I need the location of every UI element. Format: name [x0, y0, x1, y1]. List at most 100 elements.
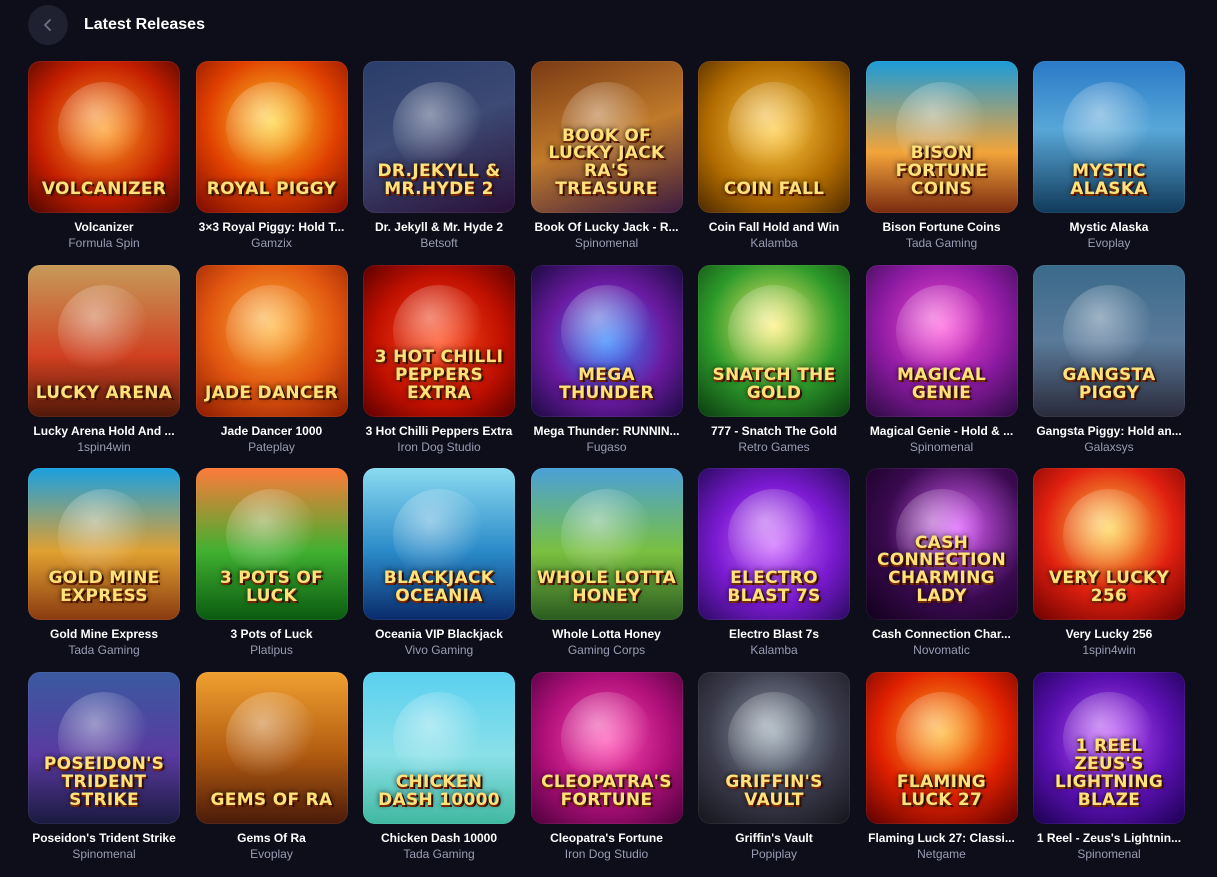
game-title[interactable]: Electro Blast 7s: [698, 627, 850, 642]
game-provider[interactable]: Vivo Gaming: [363, 643, 515, 658]
game-provider[interactable]: Kalamba: [698, 236, 850, 251]
game-provider[interactable]: Formula Spin: [28, 236, 180, 251]
game-card[interactable]: GRIFFIN'S VAULT Griffin's Vault Popiplay: [698, 671, 850, 876]
game-card[interactable]: POSEIDON'S TRIDENT STRIKE Poseidon's Trid…: [28, 671, 180, 876]
game-title[interactable]: Cash Connection Char...: [866, 627, 1018, 642]
game-provider[interactable]: Fugaso: [531, 440, 683, 455]
game-card[interactable]: FLAMING LUCK 27 Flaming Luck 27: Classi..…: [865, 671, 1018, 876]
game-thumbnail[interactable]: MYSTIC ALASKA: [1033, 61, 1185, 213]
game-card[interactable]: DR.JEKYLL & MR.HYDE 2 Dr. Jekyll & Mr. Hy…: [363, 61, 515, 265]
game-card[interactable]: CHICKEN DASH 10000 Chicken Dash 10000 Tada…: [363, 671, 515, 876]
game-thumbnail[interactable]: SNATCH THE GOLD: [698, 264, 850, 417]
game-thumbnail[interactable]: GEMS OF RA: [195, 671, 348, 824]
game-thumbnail[interactable]: JADE DANCER: [195, 264, 348, 417]
game-card[interactable]: 3 POTS OF LUCK 3 Pots of Luck Platipus: [195, 468, 348, 672]
game-title[interactable]: Very Lucky 256: [1033, 627, 1185, 642]
game-provider[interactable]: Platipus: [196, 643, 348, 658]
game-title[interactable]: Mystic Alaska: [1033, 220, 1185, 235]
game-provider[interactable]: 1spin4win: [28, 440, 180, 455]
game-thumbnail[interactable]: GOLD MINE EXPRESS: [28, 468, 180, 620]
game-card[interactable]: GANGSTA PIGGY Gangsta Piggy: Hold an... Ga…: [1033, 264, 1185, 469]
game-card[interactable]: CASH CONNECTION CHARMING LADY Cash Connec…: [865, 468, 1018, 672]
game-provider[interactable]: Gaming Corps: [531, 643, 683, 658]
game-thumbnail[interactable]: MAGICAL GENIE: [865, 264, 1018, 417]
game-card[interactable]: BOOK OF LUCKY JACK RA'S TREASURE Book Of …: [530, 61, 683, 265]
game-provider[interactable]: Kalamba: [698, 643, 850, 658]
game-card[interactable]: 1 REEL ZEUS'S LIGHTNING BLAZE 1 Reel - Ze…: [1033, 671, 1185, 876]
game-thumbnail[interactable]: VOLCANIZER: [28, 61, 180, 213]
game-card[interactable]: BLACKJACK OCEANIA Oceania VIP Blackjack Vi…: [363, 468, 515, 672]
game-title[interactable]: Mega Thunder: RUNNIN...: [531, 424, 683, 439]
game-title[interactable]: 3 Hot Chilli Peppers Extra: [363, 424, 515, 439]
game-title[interactable]: Gangsta Piggy: Hold an...: [1033, 424, 1185, 439]
game-card[interactable]: JADE DANCER Jade Dancer 1000 Pateplay: [195, 264, 348, 469]
game-thumbnail[interactable]: GRIFFIN'S VAULT: [698, 671, 850, 824]
game-title[interactable]: Volcanizer: [28, 220, 180, 235]
game-thumbnail[interactable]: CLEOPATRA'S FORTUNE: [530, 671, 683, 824]
game-thumbnail[interactable]: DR.JEKYLL & MR.HYDE 2: [363, 61, 515, 213]
game-title[interactable]: Chicken Dash 10000: [363, 831, 515, 846]
game-card[interactable]: WHOLE LOTTA HONEY Whole Lotta Honey Gaming…: [530, 468, 683, 672]
game-title[interactable]: Poseidon's Trident Strike: [28, 831, 180, 846]
game-card[interactable]: SNATCH THE GOLD 777 - Snatch The Gold Retr…: [698, 264, 850, 469]
game-title[interactable]: 3×3 Royal Piggy: Hold T...: [196, 220, 348, 235]
game-card[interactable]: MYSTIC ALASKA Mystic Alaska Evoplay: [1033, 61, 1185, 265]
game-thumbnail[interactable]: CHICKEN DASH 10000: [363, 671, 515, 824]
game-provider[interactable]: Spinomenal: [866, 440, 1018, 455]
game-title[interactable]: Cleopatra's Fortune: [531, 831, 683, 846]
game-card[interactable]: ROYAL PIGGY 3×3 Royal Piggy: Hold T... Gam…: [195, 61, 348, 265]
game-title[interactable]: Book Of Lucky Jack - R...: [531, 220, 683, 235]
game-title[interactable]: 3 Pots of Luck: [196, 627, 348, 642]
game-provider[interactable]: Retro Games: [698, 440, 850, 455]
back-button[interactable]: [28, 5, 68, 45]
game-thumbnail[interactable]: LUCKY ARENA: [28, 264, 180, 417]
game-title[interactable]: Gems Of Ra: [196, 831, 348, 846]
game-thumbnail[interactable]: ROYAL PIGGY: [195, 61, 348, 213]
game-thumbnail[interactable]: 3 POTS OF LUCK: [195, 468, 348, 620]
game-card[interactable]: ELECTRO BLAST 7s Electro Blast 7s Kalamba: [698, 468, 850, 672]
game-card[interactable]: MAGICAL GENIE Magical Genie - Hold & ... S…: [865, 264, 1018, 469]
game-provider[interactable]: Tada Gaming: [866, 236, 1018, 251]
game-card[interactable]: VERY LUCKY 256 Very Lucky 256 1spin4win: [1033, 468, 1185, 672]
game-thumbnail[interactable]: VERY LUCKY 256: [1033, 468, 1185, 620]
game-provider[interactable]: Tada Gaming: [363, 847, 515, 862]
game-provider[interactable]: Netgame: [866, 847, 1018, 862]
game-thumbnail[interactable]: BLACKJACK OCEANIA: [363, 468, 515, 620]
game-card[interactable]: GEMS OF RA Gems Of Ra Evoplay: [195, 671, 348, 876]
game-card[interactable]: GOLD MINE EXPRESS Gold Mine Express Tada G…: [28, 468, 180, 672]
game-thumbnail[interactable]: POSEIDON'S TRIDENT STRIKE: [28, 671, 180, 824]
game-thumbnail[interactable]: WHOLE LOTTA HONEY: [530, 468, 683, 620]
game-card[interactable]: CLEOPATRA'S FORTUNE Cleopatra's Fortune Ir…: [530, 671, 683, 876]
game-provider[interactable]: Gamzix: [196, 236, 348, 251]
game-card[interactable]: BISON FORTUNE COINS Bison Fortune Coins Ta…: [865, 61, 1018, 265]
game-title[interactable]: Dr. Jekyll & Mr. Hyde 2: [363, 220, 515, 235]
game-thumbnail[interactable]: 1 REEL ZEUS'S LIGHTNING BLAZE: [1033, 671, 1185, 824]
game-title[interactable]: Jade Dancer 1000: [196, 424, 348, 439]
game-title[interactable]: Flaming Luck 27: Classi...: [866, 831, 1018, 846]
game-title[interactable]: Lucky Arena Hold And ...: [28, 424, 180, 439]
game-provider[interactable]: Galaxsys: [1033, 440, 1185, 455]
game-card[interactable]: COIN FALL Coin Fall Hold and Win Kalamba: [698, 61, 850, 265]
game-title[interactable]: Magical Genie - Hold & ...: [866, 424, 1018, 439]
game-title[interactable]: Bison Fortune Coins: [866, 220, 1018, 235]
game-title[interactable]: 777 - Snatch The Gold: [698, 424, 850, 439]
game-thumbnail[interactable]: ELECTRO BLAST 7s: [698, 468, 850, 620]
game-thumbnail[interactable]: MEGA THUNDER: [530, 264, 683, 417]
game-provider[interactable]: Tada Gaming: [28, 643, 180, 658]
game-title[interactable]: Oceania VIP Blackjack: [363, 627, 515, 642]
game-provider[interactable]: Iron Dog Studio: [531, 847, 683, 862]
game-thumbnail[interactable]: CASH CONNECTION CHARMING LADY: [865, 468, 1018, 620]
game-provider[interactable]: Evoplay: [1033, 236, 1185, 251]
game-title[interactable]: Coin Fall Hold and Win: [698, 220, 850, 235]
game-card[interactable]: MEGA THUNDER Mega Thunder: RUNNIN... Fugas…: [530, 264, 683, 469]
game-provider[interactable]: Popiplay: [698, 847, 850, 862]
game-thumbnail[interactable]: FLAMING LUCK 27: [865, 671, 1018, 824]
game-provider[interactable]: 1spin4win: [1033, 643, 1185, 658]
game-provider[interactable]: Novomatic: [866, 643, 1018, 658]
game-provider[interactable]: Pateplay: [196, 440, 348, 455]
game-card[interactable]: LUCKY ARENA Lucky Arena Hold And ... 1spin…: [28, 264, 180, 469]
game-card[interactable]: VOLCANIZER Volcanizer Formula Spin: [28, 61, 180, 265]
game-thumbnail[interactable]: GANGSTA PIGGY: [1033, 264, 1185, 417]
game-title[interactable]: Griffin's Vault: [698, 831, 850, 846]
game-title[interactable]: Gold Mine Express: [28, 627, 180, 642]
